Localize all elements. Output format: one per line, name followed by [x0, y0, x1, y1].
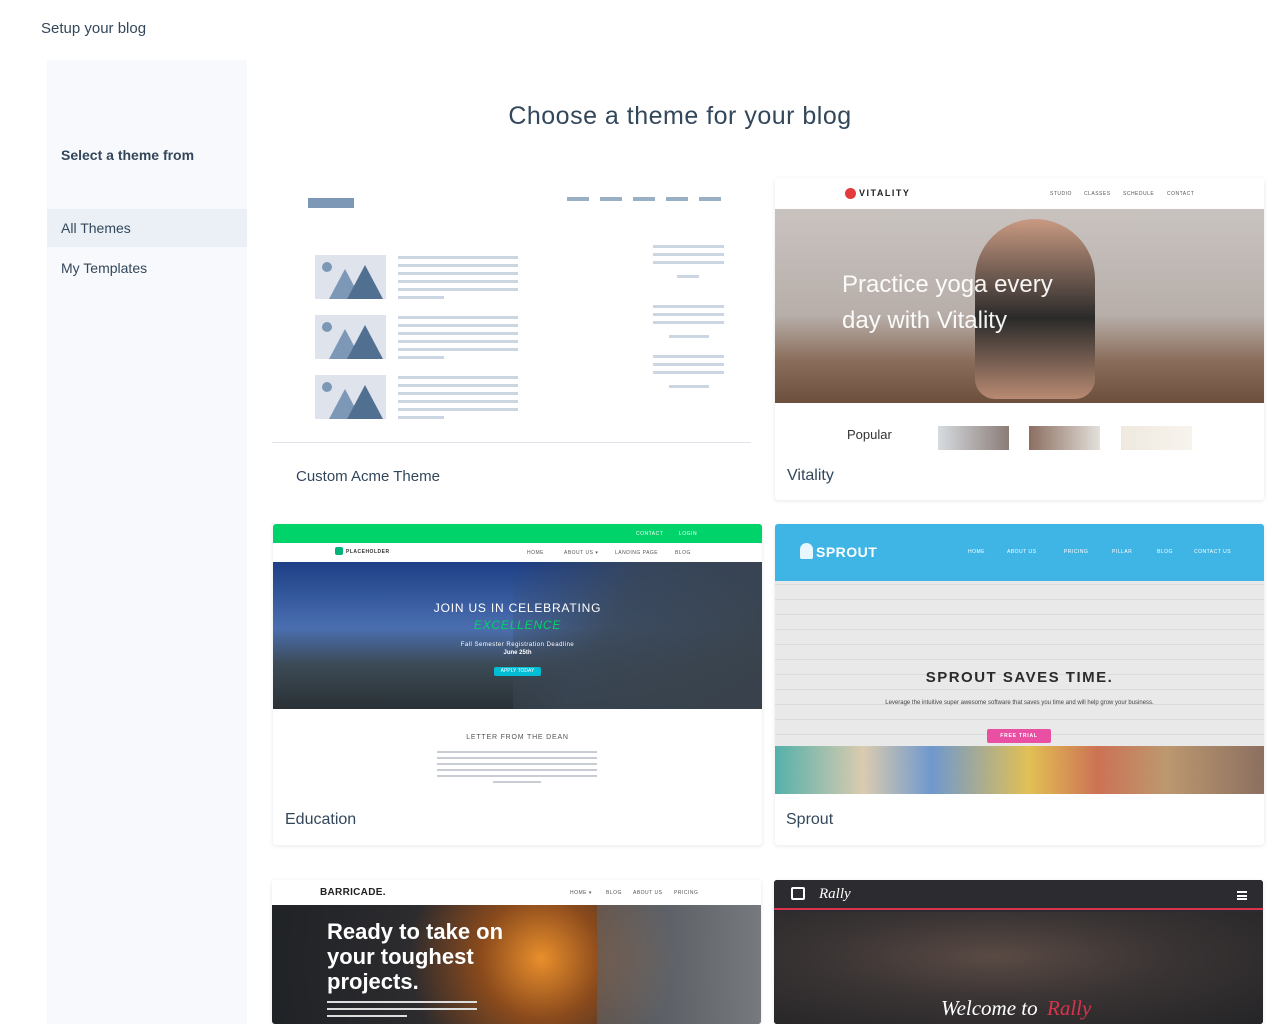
rally-logo: Rally	[819, 886, 851, 902]
wireframe-nav	[567, 197, 589, 201]
education-topbar: CONTACT LOGIN	[273, 524, 762, 543]
vitality-logo-icon	[845, 188, 856, 199]
sidebar-item-my-templates[interactable]: My Templates	[47, 249, 247, 287]
vitality-header: VITALITY STUDIO CLASSES SCHEDULE CONTACT	[775, 178, 1264, 209]
image-placeholder-icon	[315, 255, 386, 299]
theme-card-sprout[interactable]: SPROUT HOME ABOUT US PRICING PILLAR BLOG…	[775, 524, 1264, 845]
free-trial-button: FREE TRIAL	[987, 729, 1051, 743]
theme-preview-rally: Rally Welcome to Rally	[774, 880, 1263, 1024]
barricade-hero-image: Ready to take on your toughest projects.	[272, 905, 761, 1024]
theme-name: Custom Acme Theme	[296, 468, 440, 485]
theme-card-barricade[interactable]: BARRICADE. HOME ▾ BLOG ABOUT US PRICING …	[272, 880, 761, 1024]
theme-preview-sprout: SPROUT HOME ABOUT US PRICING PILLAR BLOG…	[775, 524, 1264, 794]
theme-name: Education	[285, 811, 357, 828]
vitality-thumb-image	[1029, 426, 1100, 450]
theme-preview-vitality: VITALITY STUDIO CLASSES SCHEDULE CONTACT…	[775, 178, 1264, 450]
theme-preview-custom-acme	[272, 178, 751, 443]
apply-today-button: APPLY TODAY	[494, 667, 541, 676]
vitality-thumb-image	[1121, 426, 1192, 450]
theme-card-custom-acme[interactable]: Custom Acme Theme	[272, 178, 751, 500]
vitality-hero-image: Practice yoga every day with Vitality	[775, 209, 1264, 403]
rally-logo-icon	[791, 887, 805, 900]
sidebar-item-all-themes[interactable]: All Themes	[47, 209, 247, 247]
theme-card-education[interactable]: CONTACT LOGIN PLACEHOLDER HOME ABOUT US …	[273, 524, 762, 845]
top-bar: Setup your blog	[0, 0, 1280, 60]
vitality-thumb-image	[938, 426, 1009, 450]
page-title: Choose a theme for your blog	[508, 102, 852, 130]
theme-card-vitality[interactable]: VITALITY STUDIO CLASSES SCHEDULE CONTACT…	[775, 178, 1264, 500]
sprout-hero-image: SPROUT SAVES TIME. Leverage the intuitiv…	[775, 581, 1264, 794]
image-placeholder-icon	[315, 375, 386, 419]
sidebar: Select a theme from All Themes My Templa…	[47, 60, 247, 1024]
barricade-logo: BARRICADE.	[320, 887, 386, 898]
breadcrumb: Setup your blog	[41, 20, 147, 37]
education-logo-icon	[335, 547, 343, 555]
theme-name: Vitality	[787, 467, 834, 484]
image-placeholder-icon	[315, 315, 386, 359]
vitality-logo: VITALITY	[859, 188, 911, 198]
sidebar-heading: Select a theme from	[61, 147, 195, 163]
rally-hero-image: Welcome to Rally	[774, 912, 1263, 1024]
theme-name: Sprout	[786, 811, 834, 828]
theme-preview-barricade: BARRICADE. HOME ▾ BLOG ABOUT US PRICING …	[272, 880, 761, 1024]
sprout-logo-icon	[800, 543, 813, 559]
wireframe-logo	[308, 198, 354, 208]
education-hero-image: JOIN US IN CELEBRATING EXCELLENCE Fall S…	[273, 562, 762, 709]
hamburger-menu-icon	[1237, 891, 1247, 900]
theme-card-rally[interactable]: Rally Welcome to Rally	[774, 880, 1263, 1024]
sprout-logo: SPROUT	[816, 544, 878, 560]
theme-preview-education: CONTACT LOGIN PLACEHOLDER HOME ABOUT US …	[273, 524, 762, 796]
sprout-header: SPROUT HOME ABOUT US PRICING PILLAR BLOG…	[775, 524, 1264, 581]
